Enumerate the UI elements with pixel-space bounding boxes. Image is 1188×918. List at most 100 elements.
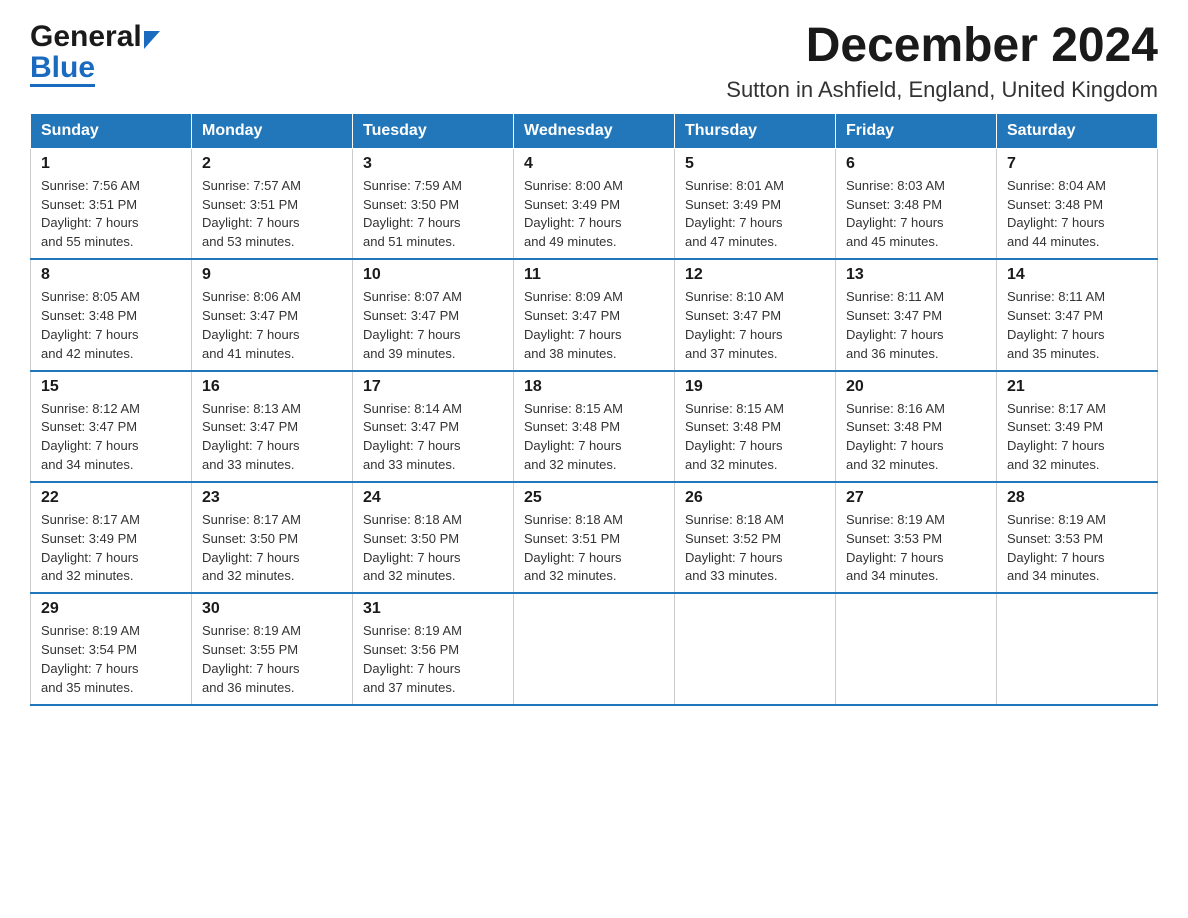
day-info: Sunrise: 7:59 AMSunset: 3:50 PMDaylight:… — [363, 177, 503, 252]
day-info: Sunrise: 8:04 AMSunset: 3:48 PMDaylight:… — [1007, 177, 1147, 252]
logo-general-text: General — [30, 20, 142, 54]
day-info: Sunrise: 7:56 AMSunset: 3:51 PMDaylight:… — [41, 177, 181, 252]
table-row: 24 Sunrise: 8:18 AMSunset: 3:50 PMDayligh… — [353, 482, 514, 593]
table-row: 5Sunrise: 8:01 AMSunset: 3:49 PMDaylight… — [675, 148, 836, 259]
col-saturday: Saturday — [997, 113, 1158, 148]
day-info: Sunrise: 8:07 AMSunset: 3:47 PMDaylight:… — [363, 288, 503, 363]
day-info: Sunrise: 8:19 AMSunset: 3:53 PMDaylight:… — [1007, 511, 1147, 586]
col-sunday: Sunday — [31, 113, 192, 148]
day-number: 9 — [202, 266, 342, 284]
day-info: Sunrise: 8:19 AMSunset: 3:55 PMDaylight:… — [202, 622, 342, 697]
day-info: Sunrise: 8:17 AMSunset: 3:50 PMDaylight:… — [202, 511, 342, 586]
day-number: 12 — [685, 266, 825, 284]
day-number: 28 — [1007, 489, 1147, 507]
table-row — [514, 593, 675, 704]
table-row: 29 Sunrise: 8:19 AMSunset: 3:54 PMDayligh… — [31, 593, 192, 704]
table-row: 21Sunrise: 8:17 AMSunset: 3:49 PMDayligh… — [997, 371, 1158, 482]
table-row: 12 Sunrise: 8:10 AMSunset: 3:47 PMDayligh… — [675, 259, 836, 370]
table-row: 25 Sunrise: 8:18 AMSunset: 3:51 PMDayligh… — [514, 482, 675, 593]
day-number: 29 — [41, 600, 181, 618]
table-row: 7 Sunrise: 8:04 AMSunset: 3:48 PMDaylight… — [997, 148, 1158, 259]
day-info: Sunrise: 8:01 AMSunset: 3:49 PMDaylight:… — [685, 177, 825, 252]
day-info: Sunrise: 8:15 AMSunset: 3:48 PMDaylight:… — [685, 400, 825, 475]
day-number: 15 — [41, 378, 181, 396]
logo-row: General — [30, 20, 160, 54]
table-row: 20Sunrise: 8:16 AMSunset: 3:48 PMDayligh… — [836, 371, 997, 482]
logo-blue-text: Blue — [30, 54, 95, 81]
day-info: Sunrise: 8:18 AMSunset: 3:51 PMDaylight:… — [524, 511, 664, 586]
page-header: General Blue December 2024 Sutton in Ash… — [30, 20, 1158, 103]
day-info: Sunrise: 8:11 AMSunset: 3:47 PMDaylight:… — [1007, 288, 1147, 363]
day-info: Sunrise: 7:57 AMSunset: 3:51 PMDaylight:… — [202, 177, 342, 252]
day-info: Sunrise: 8:10 AMSunset: 3:47 PMDaylight:… — [685, 288, 825, 363]
day-info: Sunrise: 8:18 AMSunset: 3:50 PMDaylight:… — [363, 511, 503, 586]
table-row: 28 Sunrise: 8:19 AMSunset: 3:53 PMDayligh… — [997, 482, 1158, 593]
logo-underline — [30, 84, 95, 87]
day-info: Sunrise: 8:15 AMSunset: 3:48 PMDaylight:… — [524, 400, 664, 475]
month-title: December 2024 — [726, 20, 1158, 73]
day-number: 6 — [846, 155, 986, 173]
day-number: 1 — [41, 155, 181, 173]
day-number: 14 — [1007, 266, 1147, 284]
calendar-header-row: Sunday Monday Tuesday Wednesday Thursday… — [31, 113, 1158, 148]
table-row: 1 Sunrise: 7:56 AMSunset: 3:51 PMDaylight… — [31, 148, 192, 259]
day-info: Sunrise: 8:09 AMSunset: 3:47 PMDaylight:… — [524, 288, 664, 363]
calendar-week-2: 8Sunrise: 8:05 AMSunset: 3:48 PMDaylight… — [31, 259, 1158, 370]
day-info: Sunrise: 8:18 AMSunset: 3:52 PMDaylight:… — [685, 511, 825, 586]
table-row: 22Sunrise: 8:17 AMSunset: 3:49 PMDayligh… — [31, 482, 192, 593]
table-row: 19 Sunrise: 8:15 AMSunset: 3:48 PMDayligh… — [675, 371, 836, 482]
table-row: 3 Sunrise: 7:59 AMSunset: 3:50 PMDaylight… — [353, 148, 514, 259]
day-info: Sunrise: 8:05 AMSunset: 3:48 PMDaylight:… — [41, 288, 181, 363]
location-subtitle: Sutton in Ashfield, England, United King… — [726, 77, 1158, 103]
day-number: 19 — [685, 378, 825, 396]
table-row: 14 Sunrise: 8:11 AMSunset: 3:47 PMDayligh… — [997, 259, 1158, 370]
day-number: 11 — [524, 266, 664, 284]
day-info: Sunrise: 8:14 AMSunset: 3:47 PMDaylight:… — [363, 400, 503, 475]
day-number: 13 — [846, 266, 986, 284]
calendar-week-1: 1 Sunrise: 7:56 AMSunset: 3:51 PMDaylight… — [31, 148, 1158, 259]
calendar-week-4: 22Sunrise: 8:17 AMSunset: 3:49 PMDayligh… — [31, 482, 1158, 593]
day-number: 24 — [363, 489, 503, 507]
day-number: 3 — [363, 155, 503, 173]
day-number: 4 — [524, 155, 664, 173]
col-friday: Friday — [836, 113, 997, 148]
day-number: 25 — [524, 489, 664, 507]
table-row: 6 Sunrise: 8:03 AMSunset: 3:48 PMDaylight… — [836, 148, 997, 259]
table-row: 18 Sunrise: 8:15 AMSunset: 3:48 PMDayligh… — [514, 371, 675, 482]
table-row: 13Sunrise: 8:11 AMSunset: 3:47 PMDayligh… — [836, 259, 997, 370]
day-number: 17 — [363, 378, 503, 396]
table-row: 23 Sunrise: 8:17 AMSunset: 3:50 PMDayligh… — [192, 482, 353, 593]
day-number: 7 — [1007, 155, 1147, 173]
day-number: 16 — [202, 378, 342, 396]
day-info: Sunrise: 8:06 AMSunset: 3:47 PMDaylight:… — [202, 288, 342, 363]
table-row: 27Sunrise: 8:19 AMSunset: 3:53 PMDayligh… — [836, 482, 997, 593]
table-row: 4Sunrise: 8:00 AMSunset: 3:49 PMDaylight… — [514, 148, 675, 259]
table-row: 17 Sunrise: 8:14 AMSunset: 3:47 PMDayligh… — [353, 371, 514, 482]
table-row: 2Sunrise: 7:57 AMSunset: 3:51 PMDaylight… — [192, 148, 353, 259]
table-row: 9 Sunrise: 8:06 AMSunset: 3:47 PMDaylight… — [192, 259, 353, 370]
table-row — [997, 593, 1158, 704]
logo-blue-row: Blue — [30, 54, 95, 87]
col-tuesday: Tuesday — [353, 113, 514, 148]
title-block: December 2024 Sutton in Ashfield, Englan… — [726, 20, 1158, 103]
day-number: 23 — [202, 489, 342, 507]
day-info: Sunrise: 8:19 AMSunset: 3:54 PMDaylight:… — [41, 622, 181, 697]
table-row: 30Sunrise: 8:19 AMSunset: 3:55 PMDayligh… — [192, 593, 353, 704]
day-number: 21 — [1007, 378, 1147, 396]
day-info: Sunrise: 8:13 AMSunset: 3:47 PMDaylight:… — [202, 400, 342, 475]
calendar-week-5: 29 Sunrise: 8:19 AMSunset: 3:54 PMDayligh… — [31, 593, 1158, 704]
table-row: 11 Sunrise: 8:09 AMSunset: 3:47 PMDayligh… — [514, 259, 675, 370]
day-number: 26 — [685, 489, 825, 507]
table-row: 31Sunrise: 8:19 AMSunset: 3:56 PMDayligh… — [353, 593, 514, 704]
day-info: Sunrise: 8:17 AMSunset: 3:49 PMDaylight:… — [41, 511, 181, 586]
day-number: 18 — [524, 378, 664, 396]
table-row: 15Sunrise: 8:12 AMSunset: 3:47 PMDayligh… — [31, 371, 192, 482]
day-number: 27 — [846, 489, 986, 507]
table-row: 8Sunrise: 8:05 AMSunset: 3:48 PMDaylight… — [31, 259, 192, 370]
day-number: 31 — [363, 600, 503, 618]
table-row: 16 Sunrise: 8:13 AMSunset: 3:47 PMDayligh… — [192, 371, 353, 482]
table-row — [836, 593, 997, 704]
day-info: Sunrise: 8:03 AMSunset: 3:48 PMDaylight:… — [846, 177, 986, 252]
calendar-week-3: 15Sunrise: 8:12 AMSunset: 3:47 PMDayligh… — [31, 371, 1158, 482]
day-info: Sunrise: 8:16 AMSunset: 3:48 PMDaylight:… — [846, 400, 986, 475]
